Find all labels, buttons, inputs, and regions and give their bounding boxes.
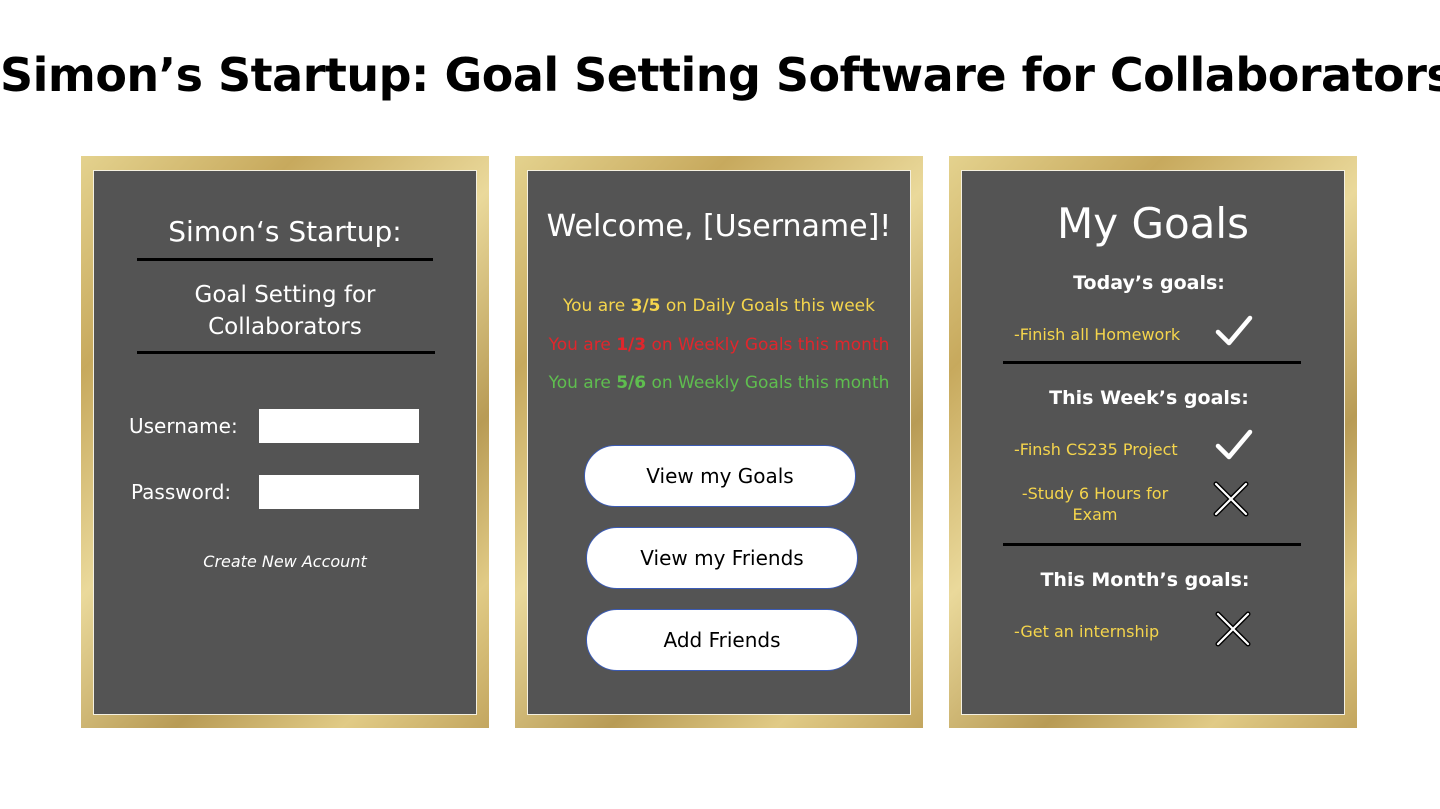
welcome-heading: Welcome, [Username]! [546, 209, 892, 244]
stat-suffix: on Weekly Goals this month [646, 335, 890, 355]
goals-screen: My Goals Today’s goals: -Finish all Home… [961, 170, 1345, 715]
login-subtitle-line2: Collaborators [208, 314, 362, 340]
stat-suffix: on Daily Goals this week [660, 296, 875, 316]
weekly-goals-stat: You are 1/3 on Weekly Goals this month [528, 335, 910, 355]
add-friends-button[interactable]: Add Friends [586, 609, 858, 671]
x-icon [1213, 481, 1249, 517]
username-input[interactable] [259, 409, 419, 443]
login-subtitle: Goal Setting for Collaborators [94, 279, 476, 343]
stat-value: 3/5 [630, 296, 661, 316]
divider [1003, 543, 1301, 546]
stat-prefix: You are [548, 335, 617, 355]
goal-item-line2: Exam [1072, 505, 1118, 524]
stat-prefix: You are [563, 296, 631, 316]
login-app-title: Simon‘s Startup: [168, 215, 402, 248]
stat-suffix: on Weekly Goals this month [646, 373, 890, 393]
stat-value: 5/6 [616, 373, 647, 393]
divider [137, 351, 435, 354]
goals-screen-frame: My Goals Today’s goals: -Finish all Home… [949, 156, 1357, 728]
view-goals-button[interactable]: View my Goals [584, 445, 856, 507]
goal-item: -Finish all Homework [1014, 325, 1181, 344]
page-title: Simon’s Startup: Goal Setting Software f… [0, 48, 1440, 102]
check-icon [1215, 429, 1253, 460]
stat-value: 1/3 [616, 335, 647, 355]
divider [1003, 361, 1301, 364]
username-label: Username: [129, 414, 238, 438]
create-account-link[interactable]: Create New Account [94, 552, 476, 571]
goal-item: -Finsh CS235 Project [1014, 440, 1178, 459]
view-friends-button[interactable]: View my Friends [586, 527, 858, 589]
home-screen: Welcome, [Username]! You are 3/5 on Dail… [527, 170, 911, 715]
today-goals-heading: Today’s goals: [1073, 272, 1225, 294]
month-goals-heading: This Month’s goals: [1040, 569, 1250, 591]
goal-item: -Study 6 Hours for Exam [1012, 483, 1178, 525]
login-screen-frame: Simon‘s Startup: Goal Setting for Collab… [81, 156, 489, 728]
password-input[interactable] [259, 475, 419, 509]
divider [137, 258, 433, 261]
home-screen-frame: Welcome, [Username]! You are 3/5 on Dail… [515, 156, 923, 728]
week-goals-heading: This Week’s goals: [1049, 387, 1249, 409]
stat-prefix: You are [548, 373, 617, 393]
login-screen: Simon‘s Startup: Goal Setting for Collab… [93, 170, 477, 715]
goal-item: -Get an internship [1014, 622, 1160, 641]
goals-title: My Goals [1057, 199, 1249, 248]
x-icon [1215, 611, 1251, 647]
password-label: Password: [131, 480, 232, 504]
goal-item-line1: -Study 6 Hours for [1021, 484, 1169, 503]
check-icon [1215, 315, 1253, 346]
daily-goals-stat: You are 3/5 on Daily Goals this week [528, 296, 910, 316]
weekly-goals-stat-2: You are 5/6 on Weekly Goals this month [528, 373, 910, 393]
login-subtitle-line1: Goal Setting for [194, 282, 376, 308]
